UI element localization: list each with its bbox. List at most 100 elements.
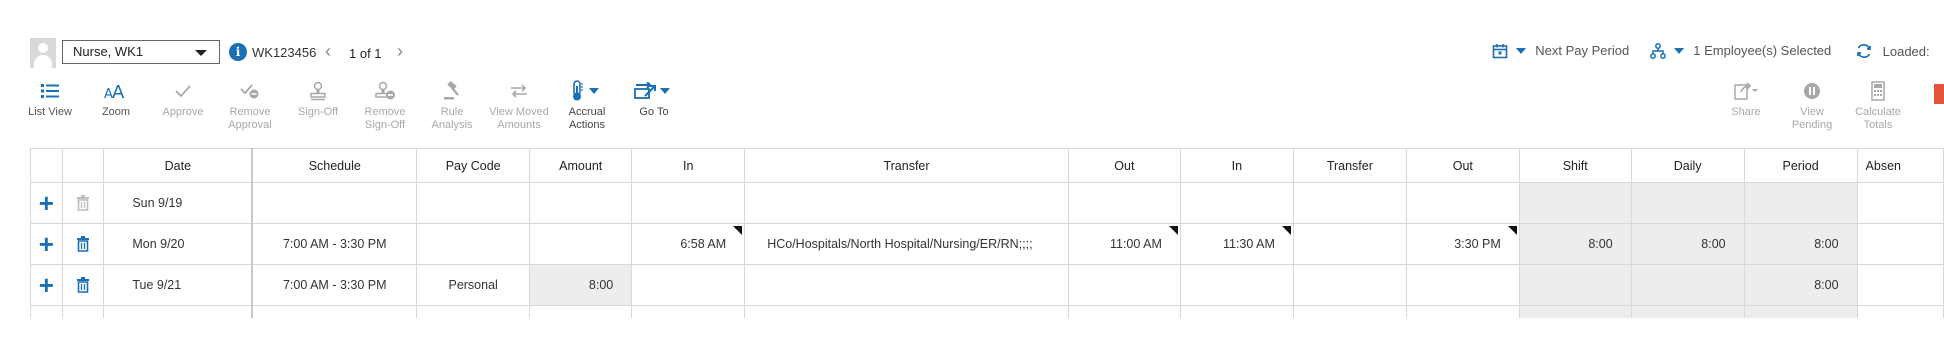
- schedule-cell[interactable]: 7:00 AM - 3:30 PM: [251, 223, 418, 265]
- employees-selected-label: 1 Employee(s) Selected: [1693, 43, 1832, 59]
- pagination-indicator: 1 of 1: [349, 46, 382, 61]
- schedule-cell[interactable]: [251, 182, 418, 224]
- delete-row-button[interactable]: [61, 182, 105, 224]
- stamp-icon: [310, 81, 326, 101]
- approve-label: Approve: [162, 106, 204, 118]
- sign-off-button[interactable]: Sign-Off: [286, 78, 350, 119]
- previous-employee-button[interactable]: ‹: [325, 42, 331, 60]
- view-moved-amounts-button[interactable]: View Moved Amounts: [487, 78, 551, 132]
- add-column-header: [30, 148, 63, 183]
- accrual-actions-label-2: Actions: [568, 119, 606, 131]
- out-punch-value-2: 3:30 PM: [1454, 237, 1501, 251]
- pause-icon: [1804, 83, 1820, 99]
- transfer-cell-2[interactable]: [1292, 223, 1407, 265]
- time-period-selector[interactable]: Next Pay Period: [1492, 42, 1629, 62]
- in-cell[interactable]: [631, 182, 746, 224]
- refresh-icon: [1857, 44, 1871, 58]
- date-cell[interactable]: Sun 9/19: [103, 182, 254, 224]
- plus-icon: +: [38, 188, 54, 218]
- approve-button[interactable]: Approve: [151, 78, 215, 119]
- transfer-cell[interactable]: [744, 264, 1069, 306]
- chevron-down-icon: [195, 50, 207, 56]
- column-header-in-2[interactable]: In: [1179, 148, 1294, 183]
- add-row-button[interactable]: +: [30, 223, 63, 265]
- remove-approval-icon: [240, 84, 259, 99]
- column-header-schedule[interactable]: Schedule: [251, 148, 418, 183]
- go-to-button[interactable]: Go To: [622, 78, 686, 119]
- column-header-pay-code[interactable]: Pay Code: [416, 148, 531, 183]
- delete-row-button[interactable]: [61, 264, 105, 306]
- column-header-transfer-2[interactable]: Transfer: [1292, 148, 1407, 183]
- info-icon[interactable]: i: [229, 43, 247, 61]
- view-pending-button[interactable]: View Pending: [1780, 78, 1844, 132]
- in-cell-2[interactable]: [1179, 182, 1294, 224]
- in-cell-2[interactable]: 11:30 AM: [1179, 223, 1294, 265]
- remove-approval-button[interactable]: Remove Approval: [218, 78, 282, 132]
- pay-code-cell[interactable]: Personal: [416, 264, 531, 306]
- column-header-out-2[interactable]: Out: [1405, 148, 1520, 183]
- out-cell[interactable]: 11:00 AM: [1067, 223, 1181, 265]
- in-cell[interactable]: 6:58 AM: [631, 223, 746, 265]
- thermometer-icon: [572, 80, 583, 101]
- column-header-date[interactable]: Date: [103, 148, 254, 183]
- share-label: Share: [1731, 106, 1761, 118]
- share-button[interactable]: Share: [1714, 78, 1778, 119]
- column-header-daily[interactable]: Daily: [1630, 148, 1745, 183]
- absence-cell[interactable]: [1856, 264, 1944, 306]
- in-cell[interactable]: [631, 264, 746, 306]
- accrual-actions-button[interactable]: Accrual Actions: [555, 78, 619, 132]
- transfer-cell-2[interactable]: [1292, 182, 1407, 224]
- absence-cell[interactable]: [1856, 223, 1944, 265]
- view-moved-label-2: Amounts: [497, 119, 541, 131]
- rule-analysis-button[interactable]: Rule Analysis: [420, 78, 484, 132]
- column-header-out[interactable]: Out: [1067, 148, 1181, 183]
- overflow-indicator: [1934, 84, 1944, 104]
- table-row: + Tue 9/21 7:00 AM - 3:30 PM Personal 8:…: [30, 264, 1944, 306]
- next-employee-button[interactable]: ›: [397, 42, 403, 60]
- out-cell-2[interactable]: 3:30 PM: [1405, 223, 1520, 265]
- transfer-cell-2[interactable]: [1292, 264, 1407, 306]
- punch-marker-icon: [1281, 226, 1291, 235]
- out-cell[interactable]: [1067, 182, 1181, 224]
- table-row-partial: [30, 305, 1944, 318]
- in-cell-2[interactable]: [1179, 264, 1294, 306]
- calculate-totals-button[interactable]: Calculate Totals: [1846, 78, 1910, 132]
- column-header-absence[interactable]: Absen: [1856, 148, 1944, 183]
- out-cell[interactable]: [1067, 264, 1181, 306]
- chevron-down-icon: [659, 88, 670, 94]
- calendar-icon: [1492, 43, 1508, 58]
- add-row-button[interactable]: +: [30, 264, 63, 306]
- column-header-period[interactable]: Period: [1743, 148, 1858, 183]
- date-cell[interactable]: Tue 9/21: [103, 264, 254, 306]
- out-cell-2[interactable]: [1405, 182, 1520, 224]
- calculate-totals-label-1: Calculate: [1855, 106, 1901, 118]
- amount-cell[interactable]: [529, 182, 633, 224]
- trash-icon: [77, 236, 90, 252]
- pay-code-cell[interactable]: [416, 223, 531, 265]
- refresh-control[interactable]: Loaded:: [1855, 42, 1930, 62]
- column-header-shift[interactable]: Shift: [1518, 148, 1632, 183]
- plus-icon: +: [38, 270, 54, 300]
- employee-select[interactable]: Nurse, WK1: [62, 40, 220, 64]
- remove-sign-off-button[interactable]: Remove Sign-Off: [353, 78, 417, 132]
- column-header-amount[interactable]: Amount: [529, 148, 633, 183]
- remove-stamp-icon: [375, 81, 395, 100]
- amount-cell[interactable]: 8:00: [529, 264, 633, 306]
- amount-cell[interactable]: [529, 223, 633, 265]
- column-header-in[interactable]: In: [631, 148, 746, 183]
- date-cell[interactable]: Mon 9/20: [103, 223, 254, 265]
- transfer-cell[interactable]: [744, 182, 1069, 224]
- out-cell-2[interactable]: [1405, 264, 1520, 306]
- schedule-cell[interactable]: 7:00 AM - 3:30 PM: [251, 264, 418, 306]
- absence-cell[interactable]: [1856, 182, 1944, 224]
- pay-code-cell[interactable]: [416, 182, 531, 224]
- transfer-cell[interactable]: HCo/Hospitals/North Hospital/Nursing/ER/…: [744, 223, 1069, 265]
- chevron-down-icon: [1515, 47, 1526, 54]
- zoom-button[interactable]: AA Zoom: [84, 78, 148, 119]
- delete-row-button[interactable]: [61, 223, 105, 265]
- column-header-transfer[interactable]: Transfer: [744, 148, 1069, 183]
- daily-total-cell: 8:00: [1630, 223, 1745, 265]
- hyperfind-selector[interactable]: 1 Employee(s) Selected: [1650, 42, 1831, 62]
- add-row-button[interactable]: +: [30, 182, 63, 224]
- list-view-button[interactable]: List View: [18, 78, 82, 119]
